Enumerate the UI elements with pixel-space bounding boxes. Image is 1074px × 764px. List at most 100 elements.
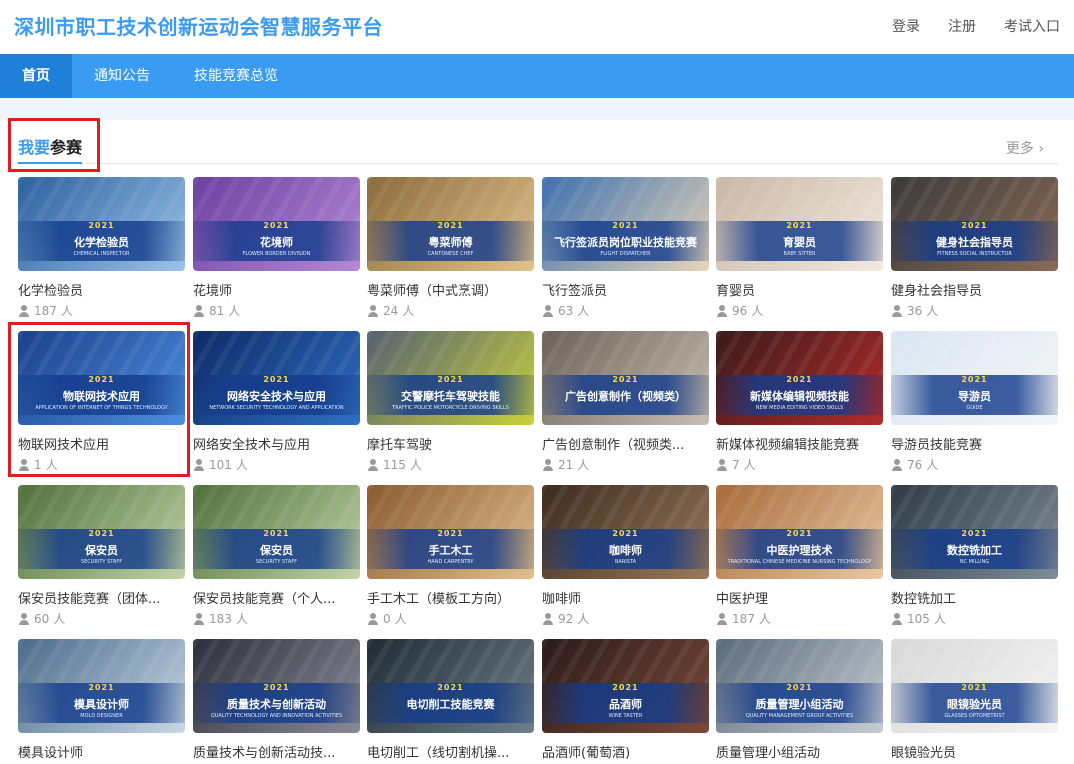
user-icon [716, 612, 728, 625]
competition-name[interactable]: 咖啡师 [542, 588, 709, 607]
thumbnail-title: 保安员 [260, 544, 293, 557]
participant-count: 105 人 [891, 610, 946, 627]
competition-name[interactable]: 粤菜师傅（中式烹调） [367, 280, 534, 299]
competition-name[interactable]: 物联网技术应用 [18, 434, 185, 453]
competition-card[interactable]: 2021 质量技术与创新活动 QUALITY TECHNOLOGY AND INNO… [193, 639, 360, 764]
exam-entry-link[interactable]: 考试入口 [1004, 16, 1060, 36]
thumbnail-year: 2021 [437, 221, 464, 230]
competition-name[interactable]: 质量技术与创新活动技... [193, 742, 360, 761]
competition-card[interactable]: 2021 交警摩托车驾驶技能 TRAFFIC POLICE MOTORCYCLE D… [367, 331, 534, 481]
competition-thumbnail[interactable]: 2021 手工木工 HAND CARPENTRY [367, 485, 534, 579]
competition-card[interactable]: 2021 花境师 FLOWER BORDER DIVISION 花境师 81 人 [193, 177, 360, 327]
participant-count-value: 101 [209, 457, 232, 472]
competition-thumbnail[interactable]: 2021 咖啡师 BARISTA [542, 485, 709, 579]
competition-card[interactable]: 2021 质量管理小组活动 QUALITY MANAGEMENT GROUP ACT… [716, 639, 883, 764]
competition-name[interactable]: 中医护理 [716, 588, 883, 607]
competition-thumbnail[interactable]: 2021 中医护理技术 TRADITIONAL CHINESE MEDICINE N… [716, 485, 883, 579]
competition-thumbnail[interactable]: 2021 网络安全技术与应用 NETWORK SECURITY TECHNOLOGY… [193, 331, 360, 425]
competition-card[interactable]: 2021 咖啡师 BARISTA 咖啡师 92 人 [542, 485, 709, 635]
more-link[interactable]: 更多 › [1006, 138, 1044, 158]
competition-thumbnail[interactable]: 2021 质量管理小组活动 QUALITY MANAGEMENT GROUP ACT… [716, 639, 883, 733]
participant-count-value: 96 [732, 303, 748, 318]
competition-name[interactable]: 品酒师(葡萄酒) [542, 742, 709, 761]
competition-name[interactable]: 数控铣加工 [891, 588, 1058, 607]
competition-card[interactable]: 2021 粤菜师傅 CANTONESE CHEF 粤菜师傅（中式烹调） 24 人 [367, 177, 534, 327]
login-link[interactable]: 登录 [892, 16, 920, 36]
competition-card[interactable]: 2021 保安员 SECURITY STAFF 保安员技能竞赛（团体... 60 人 [18, 485, 185, 635]
competition-thumbnail[interactable]: 2021 化学检验员 CHEMICAL INSPECTOR [18, 177, 185, 271]
competition-name[interactable]: 花境师 [193, 280, 360, 299]
competition-name[interactable]: 眼镜验光员 [891, 742, 1058, 761]
competition-card[interactable]: 2021 眼镜验光员 GLASSES OPTOMETRIST 眼镜验光员 [891, 639, 1058, 764]
register-link[interactable]: 注册 [948, 16, 976, 36]
competition-card[interactable]: 2021 中医护理技术 TRADITIONAL CHINESE MEDICINE N… [716, 485, 883, 635]
nav-item-notices[interactable]: 通知公告 [72, 54, 172, 98]
user-icon [193, 612, 205, 625]
nav-item-competition-overview[interactable]: 技能竞赛总览 [172, 54, 300, 98]
competition-name[interactable]: 新媒体视频编辑技能竞赛 [716, 434, 883, 453]
competition-card[interactable]: 2021 健身社会指导员 FITNESS SOCIAL INSTRUCTOR 健身社会… [891, 177, 1058, 327]
competition-name[interactable]: 电切削工（线切割机操... [367, 742, 534, 761]
competition-name[interactable]: 摩托车驾驶 [367, 434, 534, 453]
thumbnail-title: 中医护理技术 [766, 544, 833, 557]
user-icon [716, 304, 728, 317]
competition-name[interactable]: 化学检验员 [18, 280, 185, 299]
section-underline [18, 162, 82, 164]
competition-thumbnail[interactable]: 2021 育婴员 BABY SITTER [716, 177, 883, 271]
main-nav: 首页 通知公告 技能竞赛总览 [0, 54, 1074, 98]
competition-card[interactable]: 2021 模具设计师 MOLD DESIGNER 模具设计师 [18, 639, 185, 764]
top-links: 登录 注册 考试入口 [892, 16, 1060, 36]
competition-thumbnail[interactable]: 2021 飞行签派员岗位职业技能竞赛 FLIGHT DISPATCHER [542, 177, 709, 271]
competition-card[interactable]: 2021 品酒师 WINE TASTER 品酒师(葡萄酒) [542, 639, 709, 764]
competition-card[interactable]: 2021 网络安全技术与应用 NETWORK SECURITY TECHNOLOGY… [193, 331, 360, 481]
competition-card[interactable]: 2021 广告创意制作（视频类） 广告创意制作（视频类... 21 人 [542, 331, 709, 481]
competition-name[interactable]: 导游员技能竞赛 [891, 434, 1058, 453]
competition-thumbnail[interactable]: 2021 物联网技术应用 APPLICATION OF INTERNET OF TH… [18, 331, 185, 425]
competition-name[interactable]: 飞行签派员 [542, 280, 709, 299]
competition-name[interactable]: 育婴员 [716, 280, 883, 299]
competition-name[interactable]: 模具设计师 [18, 742, 185, 761]
competition-thumbnail[interactable]: 2021 新媒体编辑视频技能 NEW MEDIA EDITING VIDEO SKI… [716, 331, 883, 425]
user-icon [542, 304, 554, 317]
competition-name[interactable]: 网络安全技术与应用 [193, 434, 360, 453]
competition-thumbnail[interactable]: 2021 健身社会指导员 FITNESS SOCIAL INSTRUCTOR [891, 177, 1058, 271]
competition-card[interactable]: 2021 新媒体编辑视频技能 NEW MEDIA EDITING VIDEO SKI… [716, 331, 883, 481]
competition-thumbnail[interactable]: 2021 数控铣加工 NC MILLING [891, 485, 1058, 579]
competition-thumbnail[interactable]: 2021 电切削工技能竞赛 [367, 639, 534, 733]
competition-name[interactable]: 健身社会指导员 [891, 280, 1058, 299]
competition-card[interactable]: 2021 飞行签派员岗位职业技能竞赛 FLIGHT DISPATCHER 飞行签派员 6… [542, 177, 709, 327]
competition-name[interactable]: 质量管理小组活动 [716, 742, 883, 761]
competition-thumbnail[interactable]: 2021 模具设计师 MOLD DESIGNER [18, 639, 185, 733]
competition-card[interactable]: 2021 育婴员 BABY SITTER 育婴员 96 人 [716, 177, 883, 327]
competition-name[interactable]: 广告创意制作（视频类... [542, 434, 709, 453]
competition-card[interactable]: 2021 物联网技术应用 APPLICATION OF INTERNET OF TH… [18, 331, 185, 481]
competition-name[interactable]: 保安员技能竞赛（个人... [193, 588, 360, 607]
participant-count: 1人 [18, 456, 58, 473]
competition-name[interactable]: 保安员技能竞赛（团体... [18, 588, 185, 607]
user-icon [367, 612, 379, 625]
thumbnail-photo-texture [367, 331, 534, 375]
competition-card[interactable]: 2021 化学检验员 CHEMICAL INSPECTOR 化学检验员 187 人 [18, 177, 185, 327]
competition-thumbnail[interactable]: 2021 交警摩托车驾驶技能 TRAFFIC POLICE MOTORCYCLE D… [367, 331, 534, 425]
competition-thumbnail[interactable]: 2021 质量技术与创新活动 QUALITY TECHNOLOGY AND INNO… [193, 639, 360, 733]
competition-thumbnail[interactable]: 2021 保安员 SECURITY STAFF [193, 485, 360, 579]
nav-item-home[interactable]: 首页 [0, 54, 72, 98]
participant-count-value: 81 [209, 303, 225, 318]
competition-thumbnail[interactable]: 2021 品酒师 WINE TASTER [542, 639, 709, 733]
competition-thumbnail[interactable]: 2021 眼镜验光员 GLASSES OPTOMETRIST [891, 639, 1058, 733]
competition-card[interactable]: 2021 数控铣加工 NC MILLING 数控铣加工 105 人 [891, 485, 1058, 635]
competition-thumbnail[interactable]: 2021 花境师 FLOWER BORDER DIVISION [193, 177, 360, 271]
competition-card[interactable]: 2021 保安员 SECURITY STAFF 保安员技能竞赛（个人... 183 人 [193, 485, 360, 635]
competition-thumbnail[interactable]: 2021 粤菜师傅 CANTONESE CHEF [367, 177, 534, 271]
competition-thumbnail[interactable]: 2021 导游员 GUIDE [891, 331, 1058, 425]
thumbnail-photo-texture [18, 485, 185, 529]
competition-thumbnail[interactable]: 2021 保安员 SECURITY STAFF [18, 485, 185, 579]
competition-card[interactable]: 2021 电切削工技能竞赛电切削工（线切割机操... [367, 639, 534, 764]
competition-thumbnail[interactable]: 2021 广告创意制作（视频类） [542, 331, 709, 425]
site-title[interactable]: 深圳市职工技术创新运动会智慧服务平台 [14, 11, 383, 40]
participant-count-value: 21 [558, 457, 574, 472]
competition-card[interactable]: 2021 导游员 GUIDE 导游员技能竞赛 76 人 [891, 331, 1058, 481]
competition-card[interactable]: 2021 手工木工 HAND CARPENTRY 手工木工（模板工方向） 0 人 [367, 485, 534, 635]
participant-count-value: 187 [732, 611, 755, 626]
competition-name[interactable]: 手工木工（模板工方向） [367, 588, 534, 607]
